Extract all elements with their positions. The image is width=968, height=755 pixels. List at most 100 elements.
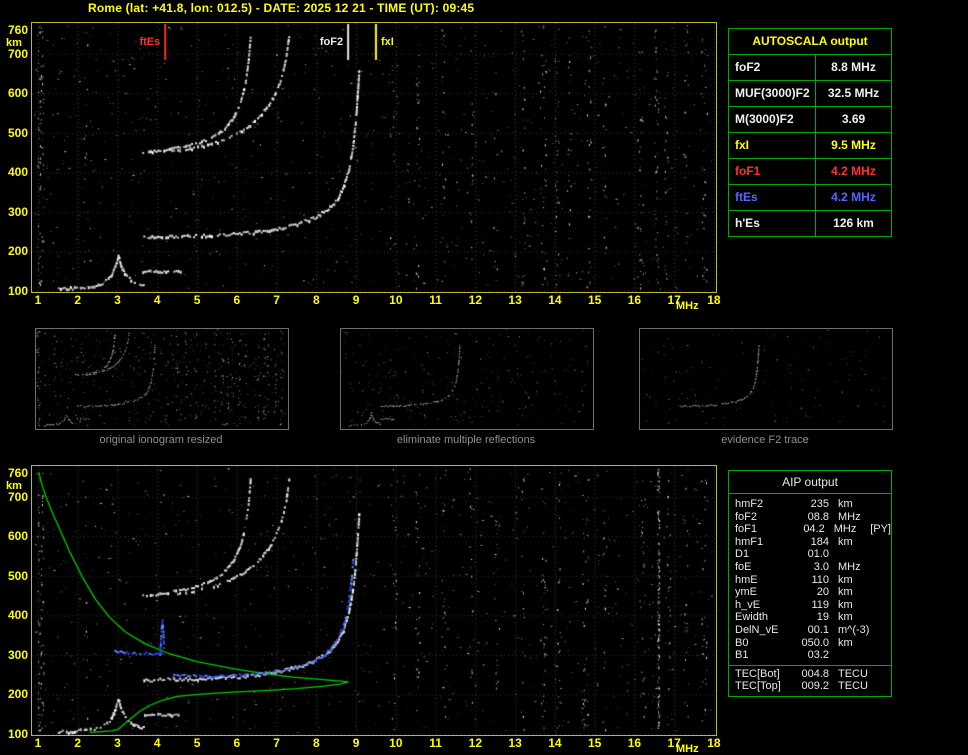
x-tick-label: 5 [193, 293, 201, 307]
marker-label-ftes: ftEs [139, 36, 161, 48]
thumbnail-original-ionogram [35, 328, 289, 430]
aip-value: 01.0 [807, 548, 829, 561]
aip-unit: TECU [838, 680, 868, 693]
aip-extra [872, 637, 891, 650]
aip-row: ymE 20 km [729, 586, 891, 599]
aip-unit: m^(-3) [838, 623, 870, 636]
top-ionogram-canvas [32, 23, 716, 292]
aip-extra [872, 498, 891, 511]
aip-param: hmF2 [735, 498, 764, 510]
x-axis-unit-label: MHz [676, 300, 699, 312]
aip-param: D1 [735, 548, 750, 561]
thumbnail-original-canvas [36, 329, 286, 427]
autoscala-row: ftEs 4.2 MHz [729, 185, 891, 211]
x-tick-label: 15 [587, 293, 602, 307]
autoscala-row: h'Es 126 km [729, 211, 891, 236]
x-tick-label: 14 [548, 293, 562, 307]
aip-unit: TECU [838, 667, 868, 680]
autoscala-row: foF1 4.2 MHz [729, 159, 891, 185]
aip-param: hmF1 [735, 535, 764, 548]
x-tick-label: 13 [508, 293, 522, 307]
autoscala-row: foF2 8.8 MHz [729, 55, 891, 81]
aip-value: 04.2 [803, 523, 825, 536]
aip-unit: MHz [838, 510, 861, 523]
aip-unit: km [838, 611, 853, 624]
x-tick-label: 5 [193, 736, 201, 750]
aip-unit [829, 649, 872, 662]
x-tick-label: 7 [273, 293, 280, 307]
x-tick-label: 18 [707, 293, 721, 307]
aip-row: h_vE 119 km [729, 599, 891, 612]
autoscala-value: 126 km [833, 216, 874, 230]
x-tick-label: 13 [508, 736, 522, 750]
thumbnail-caption: eliminate multiple reflections [396, 434, 536, 446]
autoscala-value: 9.5 MHz [831, 138, 876, 152]
aip-param: foF1 [735, 523, 758, 536]
autoscala-window: Rome (lat: +41.8, lon: 012.5) - DATE: 20… [0, 0, 968, 755]
aip-tec-rows: TEC[Bot] 004.8 TECU TEC[Top] 009.2 TECU [729, 668, 891, 693]
aip-value: 119 [811, 598, 829, 611]
x-tick-label: 12 [468, 293, 483, 307]
aip-extra: [PY] [870, 523, 891, 536]
x-tick-label: 11 [429, 293, 442, 307]
x-tick-label: 2 [74, 736, 82, 750]
aip-row: B0 050.0 km [729, 637, 891, 650]
aip-unit: km [838, 535, 853, 548]
aip-param: B0 [735, 636, 749, 649]
aip-value: 050.0 [801, 636, 829, 649]
aip-extra [872, 599, 891, 612]
aip-output-table: AIP output hmF2 235 km foF2 08.8 MHz foF1 04.2 M… [728, 470, 892, 697]
aip-value: 184 [810, 535, 829, 548]
x-tick-label: 4 [153, 736, 161, 750]
autoscala-output-table: AUTOSCALA output foF2 8.8 MHz MUF(3000)F2 3… [728, 28, 892, 237]
marker-label-fof2: foF2 [319, 36, 344, 48]
aip-param: foF2 [735, 510, 758, 523]
aip-value: 3.0 [813, 560, 829, 573]
y-tick-label: 700 [7, 46, 28, 61]
aip-extra [872, 649, 891, 662]
aip-param: B1 [735, 649, 749, 662]
aip-extra [872, 611, 891, 624]
y-tick-label: 500 [7, 568, 28, 583]
aip-unit: km [838, 598, 853, 611]
y-tick-label: 600 [7, 86, 28, 101]
aip-extra [872, 548, 891, 561]
aip-unit: km [838, 573, 853, 586]
y-tick-label: 600 [7, 529, 28, 544]
y-tick-label: 700 [7, 489, 28, 504]
aip-row: Ewidth 19 km [729, 611, 891, 624]
aip-unit: MHz [833, 523, 857, 536]
aip-row: B1 03.2 [729, 649, 891, 662]
aip-param: hmE [735, 573, 758, 586]
y-tick-label: 400 [7, 165, 28, 180]
aip-value: 03.2 [807, 649, 829, 662]
bottom-ionogram-canvas [32, 466, 716, 735]
x-tick-label: 7 [273, 736, 280, 750]
thumbnail-evidence-f2 [639, 328, 893, 430]
autoscala-param: h'Es [729, 211, 816, 236]
x-tick-label: 9 [352, 293, 360, 307]
autoscala-param: foF2 [729, 55, 816, 80]
aip-value: 19 [816, 611, 829, 624]
autoscala-param: foF1 [729, 159, 816, 184]
x-tick-label: 18 [707, 736, 721, 750]
thumbnail-caption: evidence F2 trace [721, 434, 809, 446]
aip-value: 004.8 [801, 667, 829, 680]
autoscala-row: M(3000)F2 3.69 [729, 107, 891, 133]
x-tick-label: 10 [389, 736, 403, 750]
aip-value: 009.2 [801, 680, 829, 693]
autoscala-table-title: AUTOSCALA output [729, 29, 891, 55]
y-axis-unit-label: km [6, 480, 22, 492]
aip-value: 00.1 [807, 623, 829, 636]
window-title: Rome (lat: +41.8, lon: 012.5) - DATE: 20… [88, 1, 475, 15]
autoscala-value: 32.5 MHz [827, 86, 880, 100]
x-tick-label: 16 [627, 736, 642, 750]
x-tick-label: 9 [352, 736, 360, 750]
aip-row: TEC[Top] 009.2 TECU [729, 680, 891, 693]
aip-param: TEC[Top] [735, 680, 781, 693]
autoscala-table-rows: foF2 8.8 MHz MUF(3000)F2 32.5 MHz M(3000)F2 3… [729, 55, 891, 236]
aip-param: DelN_vE [735, 623, 779, 636]
aip-extra [872, 561, 891, 574]
autoscala-value: 4.2 MHz [831, 190, 876, 204]
x-tick-label: 12 [468, 736, 483, 750]
